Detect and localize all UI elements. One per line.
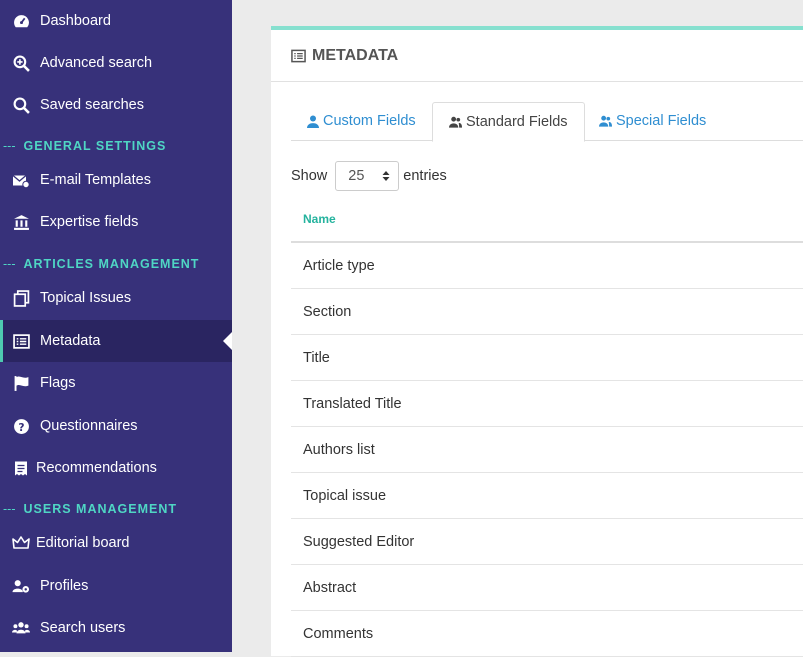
entries-length-control: Show 25 entries — [291, 160, 447, 192]
metadata-table: Name Article type Section Title Translat… — [291, 197, 803, 657]
sidebar-item-search-users[interactable]: Search users — [0, 607, 232, 649]
list-alt-icon — [291, 49, 306, 63]
metadata-panel: METADATA Custom Fields Standard Fields S… — [271, 26, 803, 657]
table-row[interactable]: Title — [291, 335, 803, 381]
section-articles-management: --- ARTICLES MANAGEMENT — [3, 257, 200, 271]
receipt-icon — [12, 459, 30, 477]
sidebar-item-label: Profiles — [40, 578, 89, 594]
table-row[interactable]: Authors list — [291, 427, 803, 473]
envelope-icon — [12, 171, 30, 189]
table-row[interactable]: Comments — [291, 611, 803, 657]
sidebar-item-flags[interactable]: Flags — [0, 362, 232, 404]
table-row[interactable]: Section — [291, 289, 803, 335]
page-title: METADATA — [312, 46, 399, 64]
list-alt-icon — [12, 332, 30, 350]
bank-icon — [12, 213, 30, 231]
entries-select[interactable]: 25 — [335, 161, 400, 191]
table-row[interactable]: Abstract — [291, 565, 803, 611]
users-icon — [12, 619, 30, 637]
sidebar-item-label: Flags — [40, 375, 76, 391]
column-header-name[interactable]: Name — [291, 197, 803, 243]
sidebar-item-label: Search users — [40, 620, 126, 636]
sidebar-item-label: Recommendations — [36, 460, 157, 476]
section-users-management: --- USERS MANAGEMENT — [3, 502, 178, 516]
sidebar-item-label: Metadata — [40, 333, 101, 349]
users-icon — [449, 116, 462, 128]
flag-icon — [12, 374, 30, 392]
search-icon — [12, 96, 30, 114]
tab-special-fields[interactable]: Special Fields — [583, 102, 722, 140]
crown-icon — [12, 534, 30, 552]
sidebar-item-saved-searches[interactable]: Saved searches — [0, 84, 232, 126]
sidebar-item-label: Questionnaires — [40, 418, 138, 434]
sidebar-item-label: Dashboard — [40, 13, 111, 29]
sidebar-item-topical-issues[interactable]: Topical Issues — [0, 277, 232, 319]
sidebar-item-questionnaires[interactable]: ? Questionnaires — [0, 405, 232, 447]
sort-caret-icon — [382, 170, 390, 182]
section-general-settings: --- GENERAL SETTINGS — [3, 139, 167, 153]
table-row[interactable]: Suggested Editor — [291, 519, 803, 565]
search-plus-icon — [12, 54, 30, 72]
svg-text:?: ? — [18, 420, 24, 433]
user-icon — [307, 115, 319, 128]
sidebar-item-label: Topical Issues — [40, 290, 132, 306]
sidebar-item-advanced-search[interactable]: Advanced search — [0, 42, 232, 84]
table-row[interactable]: Translated Title — [291, 381, 803, 427]
sidebar-item-profiles[interactable]: Profiles — [0, 565, 232, 607]
sidebar-item-label: Expertise fields — [40, 214, 139, 230]
users-cog-icon — [12, 577, 30, 595]
sidebar-item-recommendations[interactable]: Recommendations — [0, 447, 232, 489]
users-icon — [599, 115, 612, 127]
sidebar-item-expertise-fields[interactable]: Expertise fields — [0, 201, 232, 243]
field-tabs: Custom Fields Standard Fields Special Fi… — [291, 102, 803, 142]
sidebar: Dashboard Advanced search Saved searches… — [0, 0, 232, 652]
gauge-icon — [12, 12, 30, 30]
panel-header: METADATA — [271, 30, 803, 82]
sidebar-item-label: Editorial board — [36, 535, 130, 551]
question-circle-icon: ? — [12, 417, 30, 435]
table-row[interactable]: Topical issue — [291, 473, 803, 519]
table-row[interactable]: Article type — [291, 243, 803, 289]
sidebar-item-label: E-mail Templates — [40, 172, 151, 188]
sidebar-item-label: Advanced search — [40, 55, 153, 71]
tab-standard-fields[interactable]: Standard Fields — [432, 102, 585, 142]
sidebar-item-dashboard[interactable]: Dashboard — [0, 0, 232, 42]
sidebar-item-editorial-board[interactable]: Editorial board — [0, 522, 232, 564]
copy-icon — [12, 289, 30, 307]
tab-custom-fields[interactable]: Custom Fields — [291, 102, 432, 140]
sidebar-item-label: Saved searches — [40, 97, 144, 113]
sidebar-item-metadata[interactable]: Metadata — [0, 320, 232, 362]
sidebar-item-email-templates[interactable]: E-mail Templates — [0, 159, 232, 201]
